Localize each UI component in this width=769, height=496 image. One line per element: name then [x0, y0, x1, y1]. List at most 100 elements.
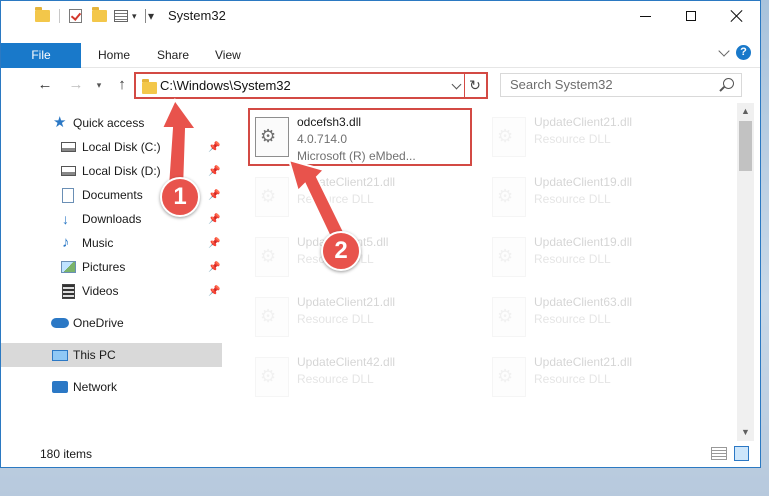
file-name: UpdateClient21.dll — [297, 175, 396, 189]
file-tile[interactable]: UpdateClient21.dll Resource DLL — [486, 111, 711, 167]
file-tile[interactable]: UpdateClient19.dll Resource DLL — [486, 231, 711, 287]
vertical-scrollbar[interactable]: ▲ ▼ — [737, 103, 754, 441]
close-icon — [731, 10, 743, 22]
videos-icon — [62, 283, 75, 299]
sidebar-item-this-pc[interactable]: This PC — [1, 343, 222, 367]
pin-icon[interactable]: 📌 — [208, 166, 220, 177]
forward-arrow-icon[interactable]: → — [67, 76, 85, 94]
network-icon — [52, 381, 68, 393]
file-name: UpdateClient63.dll — [534, 295, 633, 309]
onedrive-icon — [51, 318, 69, 328]
sidebar-item-local-disk-c[interactable]: Local Disk (C:) 📌 — [1, 135, 222, 159]
dll-file-icon — [492, 237, 526, 277]
drive-icon — [61, 142, 76, 152]
pin-icon[interactable]: 📌 — [208, 142, 220, 153]
sidebar-item-label: OneDrive — [73, 316, 124, 330]
help-icon[interactable]: ? — [736, 45, 751, 60]
address-folder-icon — [142, 79, 157, 94]
scroll-up-icon[interactable]: ▲ — [737, 103, 754, 120]
sidebar-item-videos[interactable]: Videos 📌 — [1, 279, 222, 303]
sidebar-item-label: Local Disk (C:) — [82, 140, 161, 154]
star-icon: ★ — [53, 114, 67, 131]
file-name: UpdateClient21.dll — [534, 115, 633, 129]
file-type: Resource DLL — [297, 312, 374, 326]
file-tile[interactable]: UpdateClient5.dll Resource DLL — [249, 231, 474, 287]
drive-icon — [61, 166, 76, 176]
ribbon: File Home Share View ? — [1, 31, 760, 68]
dll-file-icon — [492, 177, 526, 217]
minimize-button[interactable] — [622, 1, 668, 31]
file-highlight-box — [248, 108, 472, 166]
file-name: UpdateClient19.dll — [534, 235, 633, 249]
pin-icon[interactable]: 📌 — [208, 238, 220, 249]
file-tile[interactable]: UpdateClient63.dll Resource DLL — [486, 291, 711, 347]
tab-share[interactable]: Share — [157, 43, 189, 67]
sidebar-item-quick-access[interactable]: ★ Quick access — [1, 111, 222, 135]
minimize-icon — [639, 15, 651, 17]
sidebar-item-label: Network — [73, 380, 118, 394]
sidebar-item-pictures[interactable]: Pictures 📌 — [1, 255, 222, 279]
sidebar-item-label: Pictures — [82, 260, 126, 274]
address-history-chevron-icon[interactable] — [451, 79, 462, 90]
new-folder-icon[interactable] — [92, 1, 107, 31]
sidebar-item-network[interactable]: Network — [1, 375, 222, 399]
search-box[interactable]: Search System32 — [500, 73, 742, 97]
file-tile[interactable]: UpdateClient21.dll Resource DLL — [486, 351, 711, 407]
file-type: Resource DLL — [534, 312, 611, 326]
file-type: Resource DLL — [534, 132, 611, 146]
up-arrow-icon[interactable]: ↑ — [113, 76, 131, 94]
dll-file-icon — [255, 297, 289, 337]
sidebar-item-onedrive[interactable]: OneDrive — [1, 311, 222, 335]
sidebar-item-music[interactable]: ♪ Music 📌 — [1, 231, 222, 255]
navigation-bar: ← → ▾ ↑ C:\Windows\System32 ↻ Search Sys… — [1, 68, 760, 103]
close-button[interactable] — [714, 1, 760, 31]
sidebar-item-label: Local Disk (D:) — [82, 164, 161, 178]
file-tile[interactable]: UpdateClient21.dll Resource DLL — [249, 291, 474, 347]
downloads-icon: ↓ — [62, 211, 69, 227]
maximize-button[interactable] — [668, 1, 714, 31]
chevron-down-icon[interactable]: ▾ — [132, 1, 137, 31]
refresh-icon[interactable]: ↻ — [467, 77, 483, 93]
file-type: Resource DLL — [534, 192, 611, 206]
navigation-pane: ★ Quick access Local Disk (C:) 📌 Local D… — [1, 103, 222, 441]
file-name: UpdateClient42.dll — [297, 355, 396, 369]
file-explorer-window: ▾ ▾ System32 File Home Share View ? ← → … — [0, 0, 761, 468]
pictures-icon — [61, 261, 76, 273]
tab-file[interactable]: File — [1, 43, 81, 68]
sidebar-item-label: Downloads — [82, 212, 142, 226]
tiles-view-icon[interactable] — [734, 446, 749, 461]
folder-icon — [35, 1, 50, 31]
documents-icon — [62, 187, 74, 203]
file-tile[interactable]: UpdateClient19.dll Resource DLL — [486, 171, 711, 227]
properties-check-icon[interactable] — [69, 1, 82, 31]
maximize-icon — [686, 11, 696, 21]
quick-access-menu-icon[interactable]: ▾ — [148, 1, 154, 31]
pin-icon[interactable]: 📌 — [208, 190, 220, 201]
details-view-icon[interactable] — [711, 447, 727, 460]
file-type: Resource DLL — [297, 372, 374, 386]
file-tile[interactable]: UpdateClient21.dll Resource DLL — [249, 171, 474, 227]
file-type: Resource DLL — [534, 372, 611, 386]
address-path[interactable]: C:\Windows\System32 — [160, 74, 291, 97]
tab-home[interactable]: Home — [98, 43, 130, 67]
file-name: UpdateClient19.dll — [534, 175, 633, 189]
dll-file-icon — [255, 177, 289, 217]
file-tile[interactable]: UpdateClient42.dll Resource DLL — [249, 351, 474, 407]
quick-access-separator — [59, 9, 60, 23]
search-input[interactable]: Search System32 — [510, 74, 613, 96]
dll-file-icon — [492, 117, 526, 157]
tab-view[interactable]: View — [215, 43, 241, 67]
sidebar-item-label: Quick access — [73, 116, 145, 130]
expand-ribbon-chevron-icon[interactable] — [718, 45, 730, 57]
sidebar-item-label: This PC — [73, 348, 116, 362]
pin-icon[interactable]: 📌 — [208, 214, 220, 225]
customize-toolbar-icon[interactable] — [114, 1, 128, 31]
back-arrow-icon[interactable]: ← — [36, 76, 54, 94]
scroll-down-icon[interactable]: ▼ — [737, 424, 754, 441]
recent-locations-chevron-icon[interactable]: ▾ — [94, 76, 104, 94]
pin-icon[interactable]: 📌 — [208, 262, 220, 273]
address-bar[interactable]: C:\Windows\System32 ↻ — [134, 72, 488, 99]
dll-file-icon — [255, 357, 289, 397]
pin-icon[interactable]: 📌 — [208, 286, 220, 297]
scroll-thumb[interactable] — [739, 121, 752, 171]
